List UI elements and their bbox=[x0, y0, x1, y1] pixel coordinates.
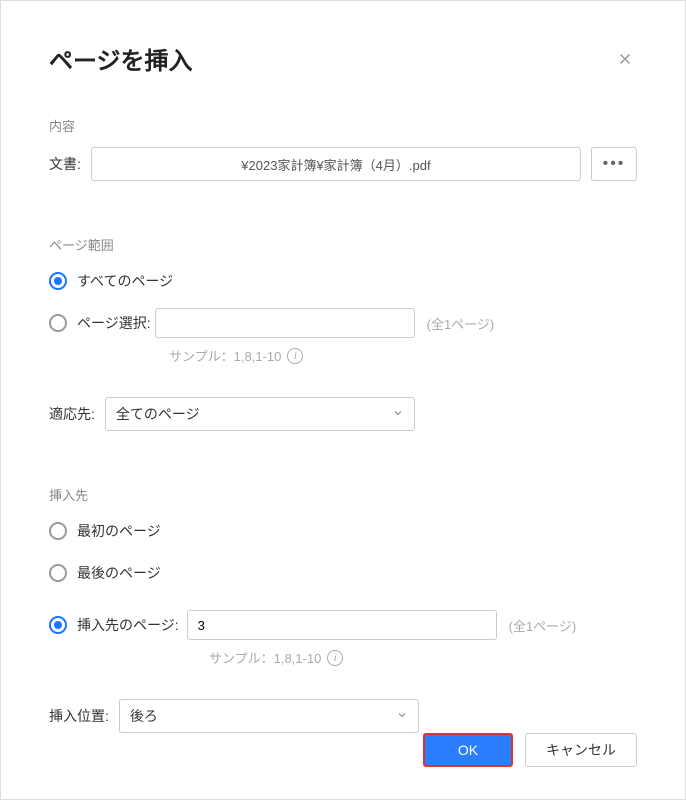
sample-hint: サンプル：1,8,1-10 bbox=[169, 346, 281, 365]
close-icon bbox=[616, 50, 634, 68]
radio-all-pages[interactable] bbox=[49, 272, 67, 290]
page-select-input[interactable] bbox=[155, 308, 415, 338]
ok-button[interactable]: OK bbox=[423, 733, 513, 767]
content-section-label: 内容 bbox=[49, 116, 637, 135]
adapt-select[interactable]: 全てのページ bbox=[105, 397, 415, 431]
target-page-label: 挿入先のページ: bbox=[77, 615, 179, 635]
document-label: 文書: bbox=[49, 154, 81, 174]
close-button[interactable] bbox=[613, 47, 637, 71]
insert-target-section: 挿入先 最初のページ 最後のページ 挿入先のページ: (全1ページ) サンプル：… bbox=[49, 485, 637, 733]
content-section: 内容 文書: ••• bbox=[49, 116, 637, 181]
ellipsis-icon: ••• bbox=[603, 155, 626, 173]
dialog-header: ページを挿入 bbox=[49, 41, 637, 76]
document-input[interactable] bbox=[91, 147, 581, 181]
all-pages-label: すべてのページ bbox=[77, 271, 173, 291]
position-select-value: 後ろ bbox=[130, 706, 158, 726]
target-total-hint: (全1ページ) bbox=[509, 616, 577, 635]
chevron-down-icon bbox=[396, 708, 408, 724]
radio-last-page[interactable] bbox=[49, 564, 67, 582]
chevron-down-icon bbox=[392, 406, 404, 422]
browse-button[interactable]: ••• bbox=[591, 147, 637, 181]
page-range-section: ページ範囲 すべてのページ ページ選択: (全1ページ) サンプル：1,8,1-… bbox=[49, 235, 637, 431]
info-icon[interactable]: i bbox=[287, 348, 303, 364]
total-pages-hint: (全1ページ) bbox=[427, 314, 495, 333]
dialog-title: ページを挿入 bbox=[49, 41, 193, 76]
first-page-label: 最初のページ bbox=[77, 521, 161, 541]
adapt-select-value: 全てのページ bbox=[116, 404, 200, 424]
cancel-button[interactable]: キャンセル bbox=[525, 733, 637, 767]
radio-select-pages[interactable] bbox=[49, 314, 67, 332]
insert-target-label: 挿入先 bbox=[49, 485, 637, 504]
radio-first-page[interactable] bbox=[49, 522, 67, 540]
adapt-label: 適応先: bbox=[49, 404, 95, 424]
info-icon[interactable]: i bbox=[327, 650, 343, 666]
page-range-label: ページ範囲 bbox=[49, 235, 637, 254]
position-label: 挿入位置: bbox=[49, 706, 109, 726]
radio-target-page[interactable] bbox=[49, 616, 67, 634]
target-page-input[interactable] bbox=[187, 610, 497, 640]
last-page-label: 最後のページ bbox=[77, 563, 161, 583]
target-sample-hint: サンプル：1,8,1-10 bbox=[209, 648, 321, 667]
insert-pages-dialog: ページを挿入 内容 文書: ••• ページ範囲 すべてのページ ページ選択: (… bbox=[0, 0, 686, 800]
dialog-footer: OK キャンセル bbox=[423, 733, 637, 767]
position-select[interactable]: 後ろ bbox=[119, 699, 419, 733]
select-pages-label: ページ選択: bbox=[77, 313, 151, 333]
